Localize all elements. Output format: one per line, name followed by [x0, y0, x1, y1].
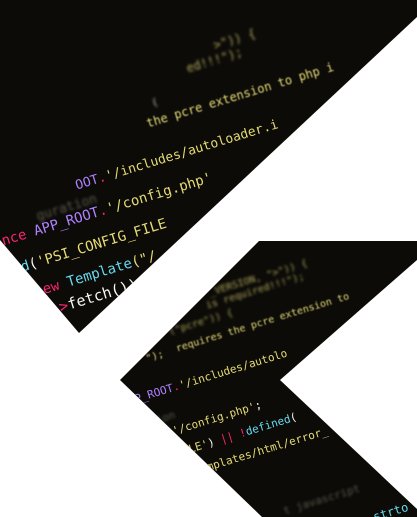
bottom-code-line: l : strto: [344, 500, 410, 517]
bottom-code-token: '/includes/autolo: [177, 346, 289, 392]
bottom-code-line: ");: [144, 348, 166, 365]
top-code-token: the pcre extension to php i: [144, 60, 336, 131]
bottom-code-token: defined: [244, 412, 293, 439]
top-code-line: the pcre extension to php i: [144, 60, 336, 131]
top-code-token: ("/: [129, 248, 159, 271]
chevron-logo: >")) {ed!!!");(the pcre extension to php…: [0, 0, 417, 517]
bottom-code-token: G_FILE': [161, 437, 210, 464]
top-code-token: nce: [0, 224, 37, 250]
bottom-code-token: PP_ROOT: [126, 381, 175, 408]
bottom-code-token: || !: [218, 425, 248, 447]
bottom-code-token: OT: [151, 427, 169, 444]
bottom-code-token: strto: [371, 500, 410, 517]
top-code-token: (: [149, 95, 160, 110]
bottom-code-token: t javascript: [281, 481, 362, 517]
bottom-code-line: t javascript: [281, 481, 362, 517]
bottom-code-token: ");: [144, 348, 166, 365]
top-code-line: (: [149, 95, 160, 110]
top-code-token: l: [39, 301, 54, 322]
